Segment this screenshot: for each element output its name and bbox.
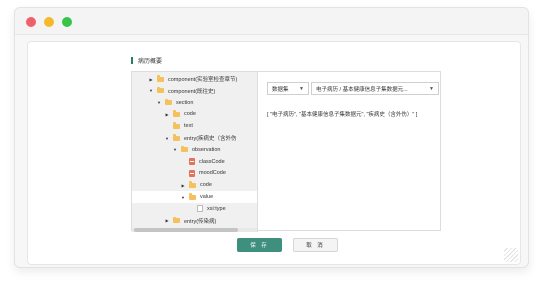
chevron-down-icon: ▼ [429,86,434,92]
tree-node[interactable]: ▼ entry(疾病史（含外伤 [132,132,257,144]
mapping-pane: 数据集 ▼ 电子病历 / 基本健康信息子集数据元... ▼ [ "电子病历", … [259,72,440,230]
tree-node[interactable]: xsi:type [132,203,257,215]
close-window-button[interactable] [26,17,36,27]
collapsed-arrow-icon[interactable]: ▶ [164,218,170,224]
dataset-path-value: 电子病历 / 基本健康信息子集数据元... [316,86,408,93]
tree-node-label: classCode [199,158,225,165]
title-bar [15,8,528,35]
heading-accent-bar [131,56,133,64]
app-window: 病历概要 ▶ entry(传染病) xsi:type ▼ value ▶ code moodC… [14,7,529,268]
folder-icon [189,181,196,188]
panel-heading: 病历概要 [131,55,162,65]
tree-node-label: text [184,123,193,130]
tree-node-label: observation [192,146,221,153]
scrollbar-thumb[interactable] [134,228,238,232]
tree-node-label: value [200,194,214,200]
panel-title: 病历概要 [138,58,163,65]
tree-node[interactable]: classCode [132,156,257,168]
collapsed-arrow-icon[interactable]: ▶ [148,76,154,82]
tree-node[interactable]: ▼ component(既往史) [132,85,257,97]
folder-icon [189,193,196,200]
mapping-result-text: [ "电子病历", "基本健康信息子集数据元", "疾病史（含外伤）" ] [267,112,418,118]
folder-icon [157,86,164,94]
collapsed-arrow-icon[interactable]: ▶ [164,111,170,117]
dataset-type-select[interactable]: 数据集 ▼ [267,82,309,95]
folder-icon [173,216,180,224]
folder-icon [173,110,180,117]
expanded-arrow-icon[interactable]: ▼ [156,100,162,106]
cancel-button[interactable]: 取 消 [293,238,338,252]
tree-node-label: section [176,99,194,106]
dataset-path-select[interactable]: 电子病历 / 基本健康信息子集数据元... ▼ [311,82,439,95]
arrow-spacer [188,206,194,212]
tree-node-label: xsi:type [207,205,226,212]
maximize-window-button[interactable] [62,17,72,27]
expanded-arrow-icon[interactable]: ▼ [148,88,154,94]
expanded-arrow-icon[interactable]: ▼ [180,194,186,200]
tree-node-label: component(既往史) [168,88,216,95]
arrow-spacer [164,123,170,129]
attribute-icon [189,158,195,166]
file-icon [197,205,203,213]
structure-tree[interactable]: ▶ entry(传染病) xsi:type ▼ value ▶ code moodCode cl… [132,72,258,232]
tree-node-label: code [200,182,212,189]
tree-node[interactable]: ▶ entry(传染病) [132,215,257,227]
tree-node[interactable]: ▶ component(实验室检查章节) [132,73,257,85]
editor-area: ▶ entry(传染病) xsi:type ▼ value ▶ code moodCode cl… [131,71,441,232]
tree-node[interactable]: ▼ section [132,97,257,109]
tree-node[interactable]: ▼ value [132,191,257,203]
resize-handle[interactable] [504,248,518,262]
minimize-window-button[interactable] [44,17,54,27]
folder-icon [173,122,180,129]
folder-icon [173,134,180,141]
save-button[interactable]: 保 存 [237,238,282,252]
folder-icon [157,75,164,82]
tree-node[interactable]: text [132,120,257,132]
tree-node-label: moodCode [199,170,226,177]
arrow-spacer [180,159,186,165]
tree-horizontal-scrollbar[interactable] [132,228,257,232]
arrow-spacer [180,170,186,176]
tree-node-label: entry(传染病) [184,218,217,225]
tree-node[interactable]: ▶ code [132,108,257,120]
attribute-icon [189,169,195,177]
expanded-arrow-icon[interactable]: ▼ [164,135,170,141]
tree-node-label: entry(疾病史（含外伤 [184,136,237,142]
content-panel: 病历概要 ▶ entry(传染病) xsi:type ▼ value ▶ code moodC… [27,41,521,265]
tree-node[interactable]: ▼ observation [132,144,257,156]
dataset-type-value: 数据集 [272,86,289,93]
tree-node[interactable]: moodCode [132,167,257,179]
tree-node-label: code [184,111,196,118]
folder-icon [181,145,188,153]
tree-node[interactable]: ▶ code [132,179,257,191]
chevron-down-icon: ▼ [299,86,304,92]
expanded-arrow-icon[interactable]: ▼ [172,147,178,153]
tree-node-label: component(实验室检查章节) [168,77,238,83]
folder-icon [165,98,172,106]
collapsed-arrow-icon[interactable]: ▶ [180,182,186,188]
